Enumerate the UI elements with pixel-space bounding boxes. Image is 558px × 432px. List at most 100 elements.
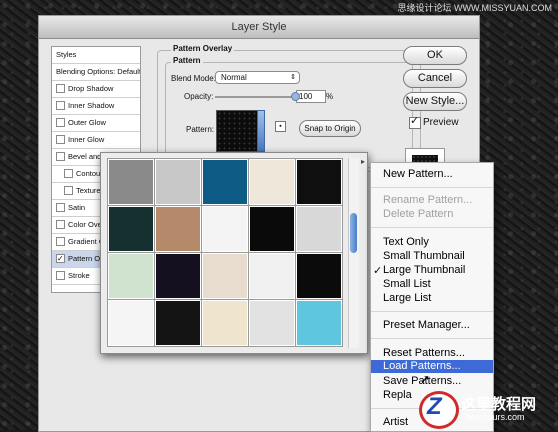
style-checkbox[interactable] xyxy=(56,236,65,246)
style-item[interactable]: Inner Shadow xyxy=(52,98,140,115)
opacity-field[interactable]: 100 xyxy=(296,90,326,103)
pattern-tile-blue[interactable] xyxy=(201,158,249,206)
style-item[interactable]: Outer Glow xyxy=(52,115,140,132)
style-item[interactable]: Inner Glow xyxy=(52,132,140,149)
menu-large-thumbnail[interactable]: Large Thumbnail xyxy=(383,264,465,276)
updown-arrows-icon: ⇕ xyxy=(290,74,296,81)
pattern-overlay-title: Pattern Overlay xyxy=(171,44,235,53)
menu-replace-patterns[interactable]: Repla xyxy=(383,389,412,401)
pattern-tile-tan[interactable] xyxy=(154,205,202,253)
preview-label: Preview xyxy=(423,117,459,128)
style-checkbox[interactable] xyxy=(56,202,65,212)
pattern-tile-wood-light[interactable] xyxy=(201,299,249,347)
blend-mode-label: Blend Mode: xyxy=(171,74,216,83)
pattern-tile-pale-green[interactable] xyxy=(107,252,155,300)
menu-preset-manager[interactable]: Preset Manager... xyxy=(383,319,470,331)
style-item-label: Color Over xyxy=(68,220,105,229)
site-logo: Z 这里教程网 herecours.com xyxy=(413,387,558,430)
cancel-button[interactable]: Cancel xyxy=(403,69,467,88)
pattern-tile-white-2[interactable] xyxy=(248,252,296,300)
style-item[interactable]: Drop Shadow xyxy=(52,81,140,98)
picker-scrollbar[interactable] xyxy=(348,158,359,348)
pattern-picker-button[interactable] xyxy=(257,110,265,152)
style-checkbox[interactable] xyxy=(56,251,65,267)
pattern-tile-black-3[interactable] xyxy=(295,252,343,300)
style-item[interactable]: Styles xyxy=(52,47,140,64)
logo-url: herecours.com xyxy=(465,412,525,422)
logo-z-icon: Z xyxy=(427,393,442,420)
pattern-swatch[interactable] xyxy=(216,110,258,152)
pattern-tile-beige[interactable] xyxy=(201,252,249,300)
pattern-tile-white-3[interactable] xyxy=(107,299,155,347)
menu-delete-pattern: Delete Pattern xyxy=(383,208,454,220)
pattern-tile-stripes-gray[interactable] xyxy=(248,299,296,347)
snap-to-origin-button[interactable]: Snap to Origin xyxy=(299,120,361,137)
pattern-tile-white[interactable] xyxy=(201,205,249,253)
opacity-label: Opacity: xyxy=(184,92,214,101)
pattern-tile-black-2[interactable] xyxy=(248,205,296,253)
pattern-tile-light-gray[interactable] xyxy=(154,158,202,206)
style-checkbox[interactable] xyxy=(56,219,65,229)
pattern-label: Pattern: xyxy=(186,125,215,134)
pattern-tile-sky-blue[interactable] xyxy=(295,299,343,347)
new-style-button[interactable]: New Style... xyxy=(403,92,467,111)
menu-separator xyxy=(371,338,493,339)
scrollbar-thumb[interactable] xyxy=(350,213,357,253)
style-checkbox[interactable] xyxy=(56,117,65,127)
menu-reset-patterns[interactable]: Reset Patterns... xyxy=(383,347,465,359)
menu-separator xyxy=(371,311,493,312)
ok-button[interactable]: OK xyxy=(403,46,467,65)
pattern-picker-popup: ▸ xyxy=(100,152,368,354)
pattern-tile-dark-teal[interactable] xyxy=(107,205,155,253)
checkmark-icon: ✓ xyxy=(410,115,420,127)
pattern-tile-gray-noise[interactable] xyxy=(107,158,155,206)
menu-new-pattern[interactable]: New Pattern... xyxy=(383,168,453,180)
menu-text-only[interactable]: Text Only xyxy=(383,236,429,248)
blend-mode-select[interactable]: Normal ⇕ xyxy=(215,71,300,84)
checkmark-icon: ✓ xyxy=(373,265,383,277)
pattern-subtitle: Pattern xyxy=(171,56,203,65)
menu-rename-pattern: Rename Pattern... xyxy=(383,194,473,206)
pattern-tile-cream[interactable] xyxy=(248,158,296,206)
style-checkbox[interactable] xyxy=(56,134,65,144)
opacity-slider[interactable] xyxy=(215,96,295,98)
pattern-tile-black-stripes[interactable] xyxy=(154,299,202,347)
menu-separator xyxy=(371,187,493,188)
style-item-label: Outer Glow xyxy=(68,118,106,127)
dialog-title: Layer Style xyxy=(39,16,479,39)
style-checkbox[interactable] xyxy=(56,270,65,280)
pattern-grid xyxy=(107,158,345,348)
style-checkbox[interactable] xyxy=(64,185,73,195)
opacity-unit: % xyxy=(326,92,334,101)
mouse-pointer-icon: ➚ xyxy=(420,372,431,386)
new-preset-icon[interactable]: ▪ xyxy=(275,121,286,132)
style-checkbox[interactable] xyxy=(56,83,65,93)
style-item-label: Pattern Ov xyxy=(68,254,104,263)
pattern-tile-dark-purple[interactable] xyxy=(154,252,202,300)
style-item[interactable]: Blending Options: Default xyxy=(52,64,140,81)
opacity-slider-knob[interactable] xyxy=(291,92,300,101)
style-checkbox[interactable] xyxy=(56,151,65,161)
style-item-label: Drop Shadow xyxy=(68,84,114,93)
style-item-label: Satin xyxy=(68,203,86,212)
style-item-label: Stroke xyxy=(68,271,90,280)
style-item-label: Inner Shadow xyxy=(68,101,115,110)
menu-artist[interactable]: Artist xyxy=(383,416,408,428)
picker-menu-arrow-icon[interactable]: ▸ xyxy=(361,157,365,166)
preview-checkbox[interactable]: ✓ xyxy=(409,115,421,129)
style-item-label: Texture xyxy=(76,186,101,195)
logo-text: 这里教程网 xyxy=(461,395,537,413)
menu-large-list[interactable]: Large List xyxy=(383,292,431,304)
style-item-label: Styles xyxy=(56,50,77,59)
pattern-tile-black[interactable] xyxy=(295,158,343,206)
menu-small-thumbnail[interactable]: Small Thumbnail xyxy=(383,250,465,262)
menu-small-list[interactable]: Small List xyxy=(383,278,431,290)
menu-load-patterns[interactable]: Load Patterns... xyxy=(371,360,493,373)
style-item-label: Blending Options: Default xyxy=(56,67,140,76)
style-item-label: Inner Glow xyxy=(68,135,105,144)
style-checkbox[interactable] xyxy=(56,100,65,110)
style-checkbox[interactable] xyxy=(64,168,73,178)
pattern-tile-silver[interactable] xyxy=(295,205,343,253)
menu-separator xyxy=(371,227,493,228)
style-item-label: Contour xyxy=(76,169,103,178)
